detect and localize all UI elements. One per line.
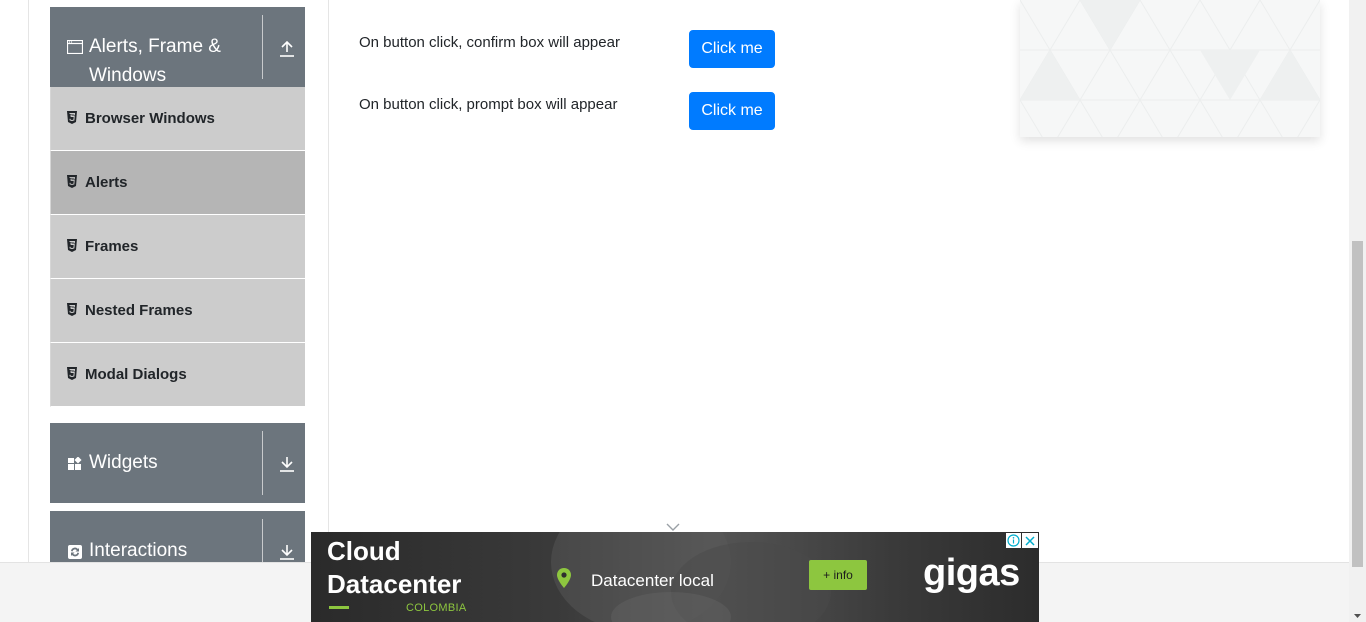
brand-logo: gigas <box>923 552 1020 594</box>
menu-item-browser-windows[interactable]: Browser Windows <box>50 87 305 151</box>
menu-item-label: Browser Windows <box>85 110 215 127</box>
location-pin-icon <box>557 568 571 590</box>
group-header-divider <box>262 15 263 79</box>
prompt-box-description: On button click, prompt box will appear <box>359 96 618 113</box>
scrollbar-thumb[interactable] <box>1352 241 1363 567</box>
page: Alerts, Frame & Windows Browser Windows … <box>0 0 1366 622</box>
banner-title-line2: Datacenter <box>327 569 462 599</box>
group-title-line1: Alerts, Frame & <box>89 36 221 57</box>
banner-advertisement[interactable]: Cloud Datacenter COLOMBIA Datacenter loc… <box>311 532 1039 622</box>
group-header-divider <box>262 519 263 562</box>
html5-icon <box>67 175 77 188</box>
group-title-line2: Windows <box>89 65 167 86</box>
group-header-interactions[interactable]: Interactions <box>50 511 305 562</box>
sidebar-right-border <box>328 0 329 562</box>
chevron-down-icon[interactable] <box>666 519 680 531</box>
triangle-pattern-image <box>1020 0 1320 137</box>
html5-icon <box>67 367 77 380</box>
menu-item-label: Alerts <box>85 174 128 191</box>
confirm-button[interactable]: Click me <box>689 30 775 68</box>
scroll-down-arrow-icon[interactable] <box>1352 608 1363 618</box>
menu-item-label: Modal Dialogs <box>85 366 187 383</box>
menu-item-modal-dialogs[interactable]: Modal Dialogs <box>50 343 305 407</box>
collapse-up-icon[interactable] <box>278 40 296 58</box>
container-left-border <box>28 0 29 562</box>
menu-item-label: Nested Frames <box>85 302 193 319</box>
banner-accent-bar <box>329 606 349 609</box>
group-title: Interactions <box>89 540 188 561</box>
confirm-box-description: On button click, confirm box will appear <box>359 34 620 51</box>
banner-country: COLOMBIA <box>406 602 467 614</box>
banner-info-button[interactable]: + info <box>809 560 867 590</box>
window-icon <box>66 39 84 56</box>
html5-icon <box>67 239 77 252</box>
group-header-divider <box>262 431 263 495</box>
menu-item-nested-frames[interactable]: Nested Frames <box>50 279 305 343</box>
banner-title-line1: Cloud <box>327 536 401 566</box>
alerts-frame-windows-menu: Browser Windows Alerts Frames Nested Fra… <box>50 87 305 407</box>
menu-item-label: Frames <box>85 238 139 255</box>
prompt-button[interactable]: Click me <box>689 92 775 130</box>
group-header-widgets[interactable]: Widgets <box>50 423 305 503</box>
group-title: Widgets <box>89 452 158 473</box>
widgets-icon <box>67 456 83 473</box>
ad-choices-icon[interactable] <box>1006 533 1021 548</box>
html5-icon <box>67 303 77 316</box>
banner-location-text: Datacenter local <box>591 571 714 590</box>
close-ad-icon[interactable] <box>1022 533 1038 548</box>
interactions-icon <box>67 544 83 560</box>
menu-item-alerts[interactable]: Alerts <box>50 151 305 215</box>
expand-down-icon[interactable] <box>278 455 296 473</box>
side-advertisement[interactable] <box>1020 0 1320 137</box>
expand-down-icon[interactable] <box>278 543 296 561</box>
group-header-alerts-frame-windows[interactable]: Alerts, Frame & Windows <box>50 7 305 87</box>
html5-icon <box>67 111 77 124</box>
menu-item-frames[interactable]: Frames <box>50 215 305 279</box>
